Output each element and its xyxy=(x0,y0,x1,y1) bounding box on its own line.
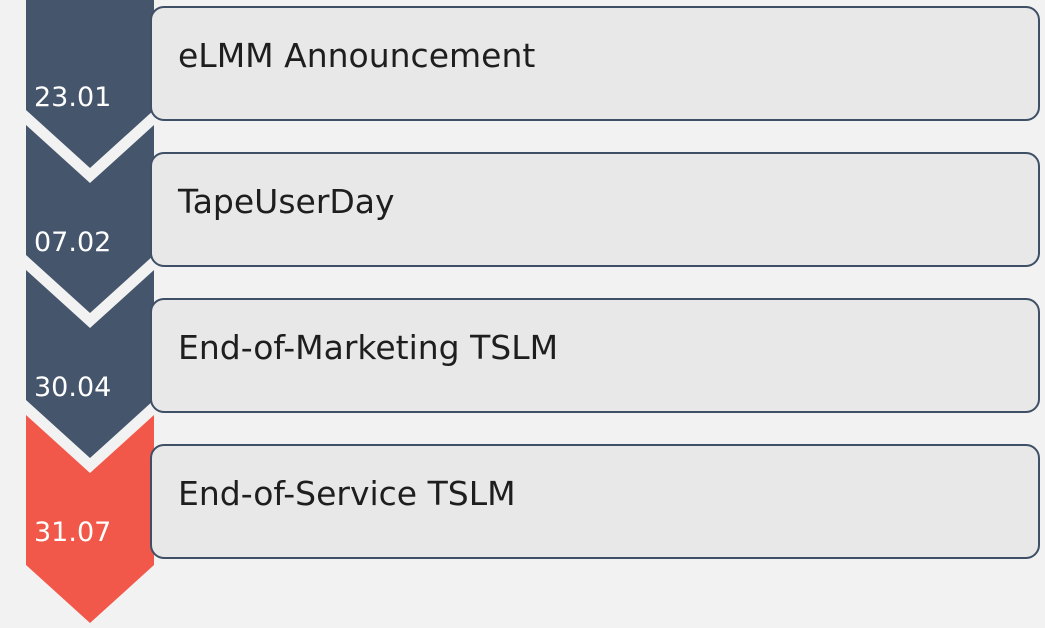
milestone-date: 31.07 xyxy=(34,517,112,548)
milestone-box-2: TapeUserDay xyxy=(150,152,1040,267)
milestone-label: eLMM Announcement xyxy=(178,36,536,75)
milestone-box-3: End-of-Marketing TSLM xyxy=(150,298,1040,413)
milestone-label: End-of-Marketing TSLM xyxy=(178,328,559,367)
milestone-label: End-of-Service TSLM xyxy=(178,474,516,513)
milestone-label: TapeUserDay xyxy=(178,182,395,221)
milestone-date: 07.02 xyxy=(34,227,112,258)
milestone-timeline: eLMM Announcement TapeUserDay End-of-Mar… xyxy=(0,0,1045,628)
milestone-date: 30.04 xyxy=(34,372,112,403)
milestone-box-1: eLMM Announcement xyxy=(150,6,1040,121)
milestone-date: 23.01 xyxy=(34,82,112,113)
milestone-box-4: End-of-Service TSLM xyxy=(150,444,1040,559)
